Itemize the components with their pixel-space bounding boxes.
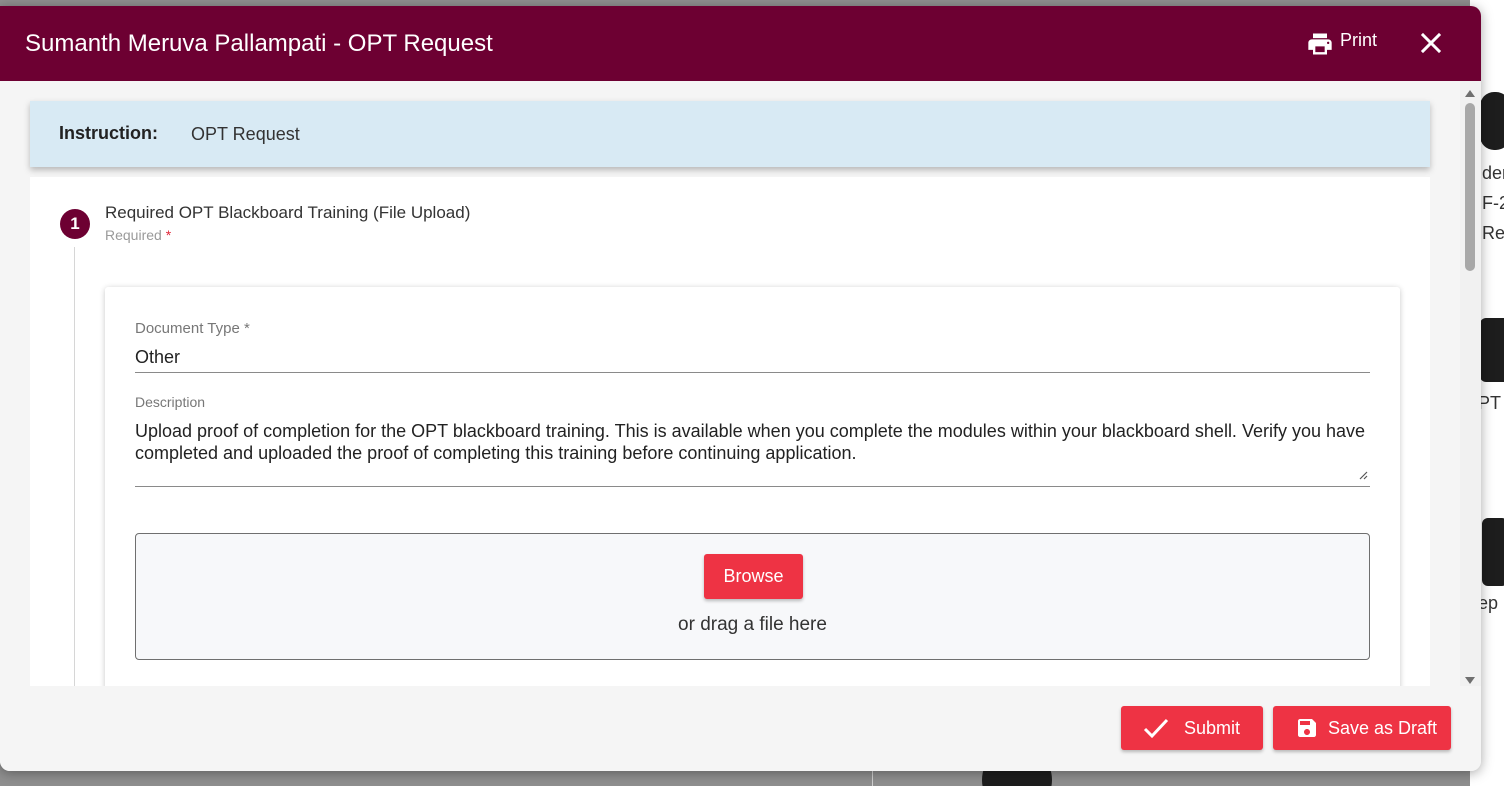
browse-button[interactable]: Browse	[704, 554, 803, 599]
background-text-fragment: den	[1482, 163, 1504, 183]
submit-button[interactable]: Submit	[1121, 706, 1263, 750]
instruction-bar: Instruction: OPT Request	[30, 101, 1430, 167]
step-number-badge: 1	[60, 209, 90, 239]
step-title: Required OPT Blackboard Training (File U…	[105, 203, 471, 222]
background-text-fragment: ep	[1478, 593, 1499, 613]
close-icon	[1420, 32, 1442, 54]
step-required-note: Required *	[105, 227, 171, 243]
document-type-label: Document Type *	[135, 320, 250, 337]
save-as-draft-label: Save as Draft	[1328, 717, 1438, 738]
background-icon	[1480, 318, 1504, 382]
print-label: Print	[1340, 30, 1378, 50]
save-as-draft-button[interactable]: Save as Draft	[1273, 706, 1451, 750]
scrollbar[interactable]	[1460, 81, 1481, 691]
background-text-fragment: PT	[1478, 393, 1502, 413]
document-upload-card: Document Type * Other Description Upload…	[105, 287, 1400, 686]
background-icon	[1482, 518, 1504, 586]
background-text-fragment: F-2	[1482, 193, 1504, 213]
opt-request-modal: Sumanth Meruva Pallampati - OPT Request …	[0, 6, 1481, 771]
save-icon	[1298, 719, 1316, 737]
instruction-value: OPT Request	[191, 124, 300, 144]
modal-scroll-area[interactable]: Instruction: OPT Request 1 Required OPT …	[0, 81, 1481, 686]
modal-footer: Submit Save as Draft	[0, 686, 1481, 771]
required-text: Required	[105, 227, 162, 243]
submit-label: Submit	[1184, 717, 1241, 738]
step-content-card: 1 Required OPT Blackboard Training (File…	[30, 177, 1430, 686]
background-divider	[872, 770, 873, 786]
check-icon	[1143, 718, 1169, 739]
description-label: Description	[135, 394, 206, 410]
required-marker: *	[165, 227, 172, 243]
description-text: Upload proof of completion for the OPT b…	[135, 421, 1366, 463]
print-button[interactable]: Print	[1306, 28, 1377, 58]
instruction-label: Instruction:	[59, 123, 158, 143]
background-text-fragment: Re	[1482, 223, 1504, 243]
close-button[interactable]	[1418, 30, 1444, 56]
resize-handle-icon[interactable]	[1358, 470, 1368, 480]
scrollbar-thumb[interactable]	[1465, 103, 1475, 271]
drag-file-text: or drag a file here	[678, 614, 827, 635]
modal-title: Sumanth Meruva Pallampati - OPT Request	[25, 30, 493, 57]
modal-header: Sumanth Meruva Pallampati - OPT Request …	[0, 6, 1481, 81]
printer-icon	[1308, 33, 1332, 55]
scroll-down-arrow-icon[interactable]	[1465, 677, 1475, 684]
document-type-field[interactable]: Other	[135, 347, 1370, 373]
step-connector-line	[74, 247, 75, 686]
scroll-up-arrow-icon[interactable]	[1465, 90, 1475, 97]
file-dropzone[interactable]: Browse or drag a file here	[135, 533, 1370, 660]
background-icon	[1480, 92, 1504, 150]
description-textarea[interactable]: Upload proof of completion for the OPT b…	[135, 420, 1370, 487]
